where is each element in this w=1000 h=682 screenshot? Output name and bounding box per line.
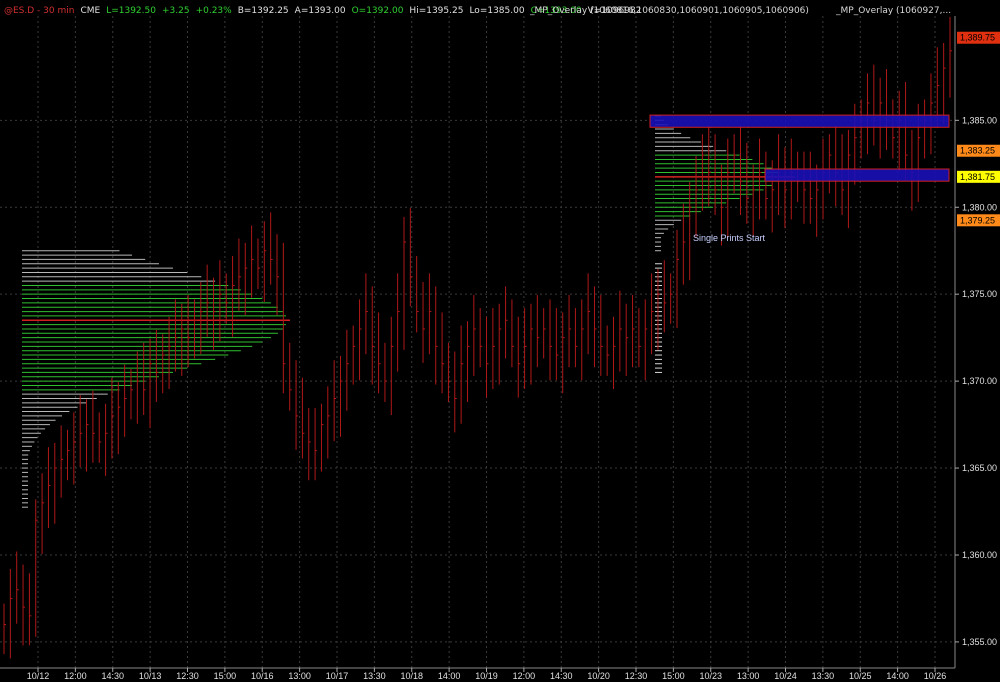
ask-price: A=1393.00 bbox=[294, 6, 346, 16]
x-tick-label: 10/23 bbox=[699, 671, 722, 681]
price-tag-label: 1,389.75 bbox=[960, 33, 995, 43]
price-tag-label: 1,381.75 bbox=[960, 172, 995, 182]
low-price: Lo=1385.00 bbox=[469, 6, 525, 16]
x-tick-label: 13:30 bbox=[812, 671, 835, 681]
annotation-single-prints: Single Prints Start bbox=[693, 233, 766, 243]
x-tick-label: 15:00 bbox=[214, 671, 237, 681]
percent-change: +0.23% bbox=[195, 6, 232, 16]
y-tick-label: 1,360.00 bbox=[962, 550, 997, 560]
x-tick-label: 10/26 bbox=[924, 671, 947, 681]
x-tick-label: 10/25 bbox=[849, 671, 872, 681]
x-tick-label: 10/16 bbox=[251, 671, 274, 681]
open-price: O=1392.00 bbox=[351, 6, 404, 16]
x-tick-label: 14:00 bbox=[886, 671, 909, 681]
price-tag-label: 1,379.25 bbox=[960, 215, 995, 225]
x-tick-label: 10/12 bbox=[27, 671, 50, 681]
y-tick-label: 1,365.00 bbox=[962, 463, 997, 473]
x-tick-label: 10/20 bbox=[587, 671, 610, 681]
symbol-label: @ES.D - 30 min bbox=[4, 6, 75, 16]
x-tick-label: 12:00 bbox=[64, 671, 87, 681]
x-tick-label: 14:30 bbox=[550, 671, 573, 681]
y-tick-label: 1,375.00 bbox=[962, 289, 997, 299]
y-tick-label: 1,380.00 bbox=[962, 202, 997, 212]
x-tick-label: 13:00 bbox=[288, 671, 311, 681]
x-tick-label: 12:00 bbox=[513, 671, 536, 681]
high-price: Hi=1395.25 bbox=[409, 6, 464, 16]
overlay-label-1: _MP_Overlay (1060816,1060830,1060901,106… bbox=[530, 6, 809, 16]
y-tick-label: 1,385.00 bbox=[962, 115, 997, 125]
x-tick-label: 10/24 bbox=[774, 671, 797, 681]
x-tick-label: 14:30 bbox=[101, 671, 124, 681]
price-tag-label: 1,383.25 bbox=[960, 146, 995, 156]
y-tick-label: 1,370.00 bbox=[962, 376, 997, 386]
x-tick-label: 10/18 bbox=[400, 671, 423, 681]
highlight-zone bbox=[649, 114, 950, 128]
net-change: +3.25 bbox=[161, 6, 190, 16]
highlight-zone bbox=[764, 168, 950, 182]
exchange-label: CME bbox=[80, 6, 101, 16]
x-tick-label: 10/19 bbox=[475, 671, 498, 681]
bid-price: B=1392.25 bbox=[237, 6, 289, 16]
x-tick-label: 13:30 bbox=[363, 671, 386, 681]
x-tick-label: 10/17 bbox=[326, 671, 349, 681]
x-tick-label: 13:00 bbox=[737, 671, 760, 681]
x-tick-label: 12:30 bbox=[625, 671, 648, 681]
y-tick-label: 1,355.00 bbox=[962, 637, 997, 647]
overlay-label-2: _MP_Overlay (1060927,... bbox=[836, 6, 952, 16]
last-price: L=1392.50 bbox=[106, 6, 156, 16]
x-tick-label: 10/13 bbox=[139, 671, 162, 681]
x-tick-label: 12:30 bbox=[176, 671, 199, 681]
price-chart[interactable]: 1,385.00 1,380.00 1,375.00 1,370.00 1,365.00… bbox=[0, 0, 1000, 682]
x-tick-label: 15:00 bbox=[662, 671, 685, 681]
x-tick-label: 14:00 bbox=[438, 671, 461, 681]
